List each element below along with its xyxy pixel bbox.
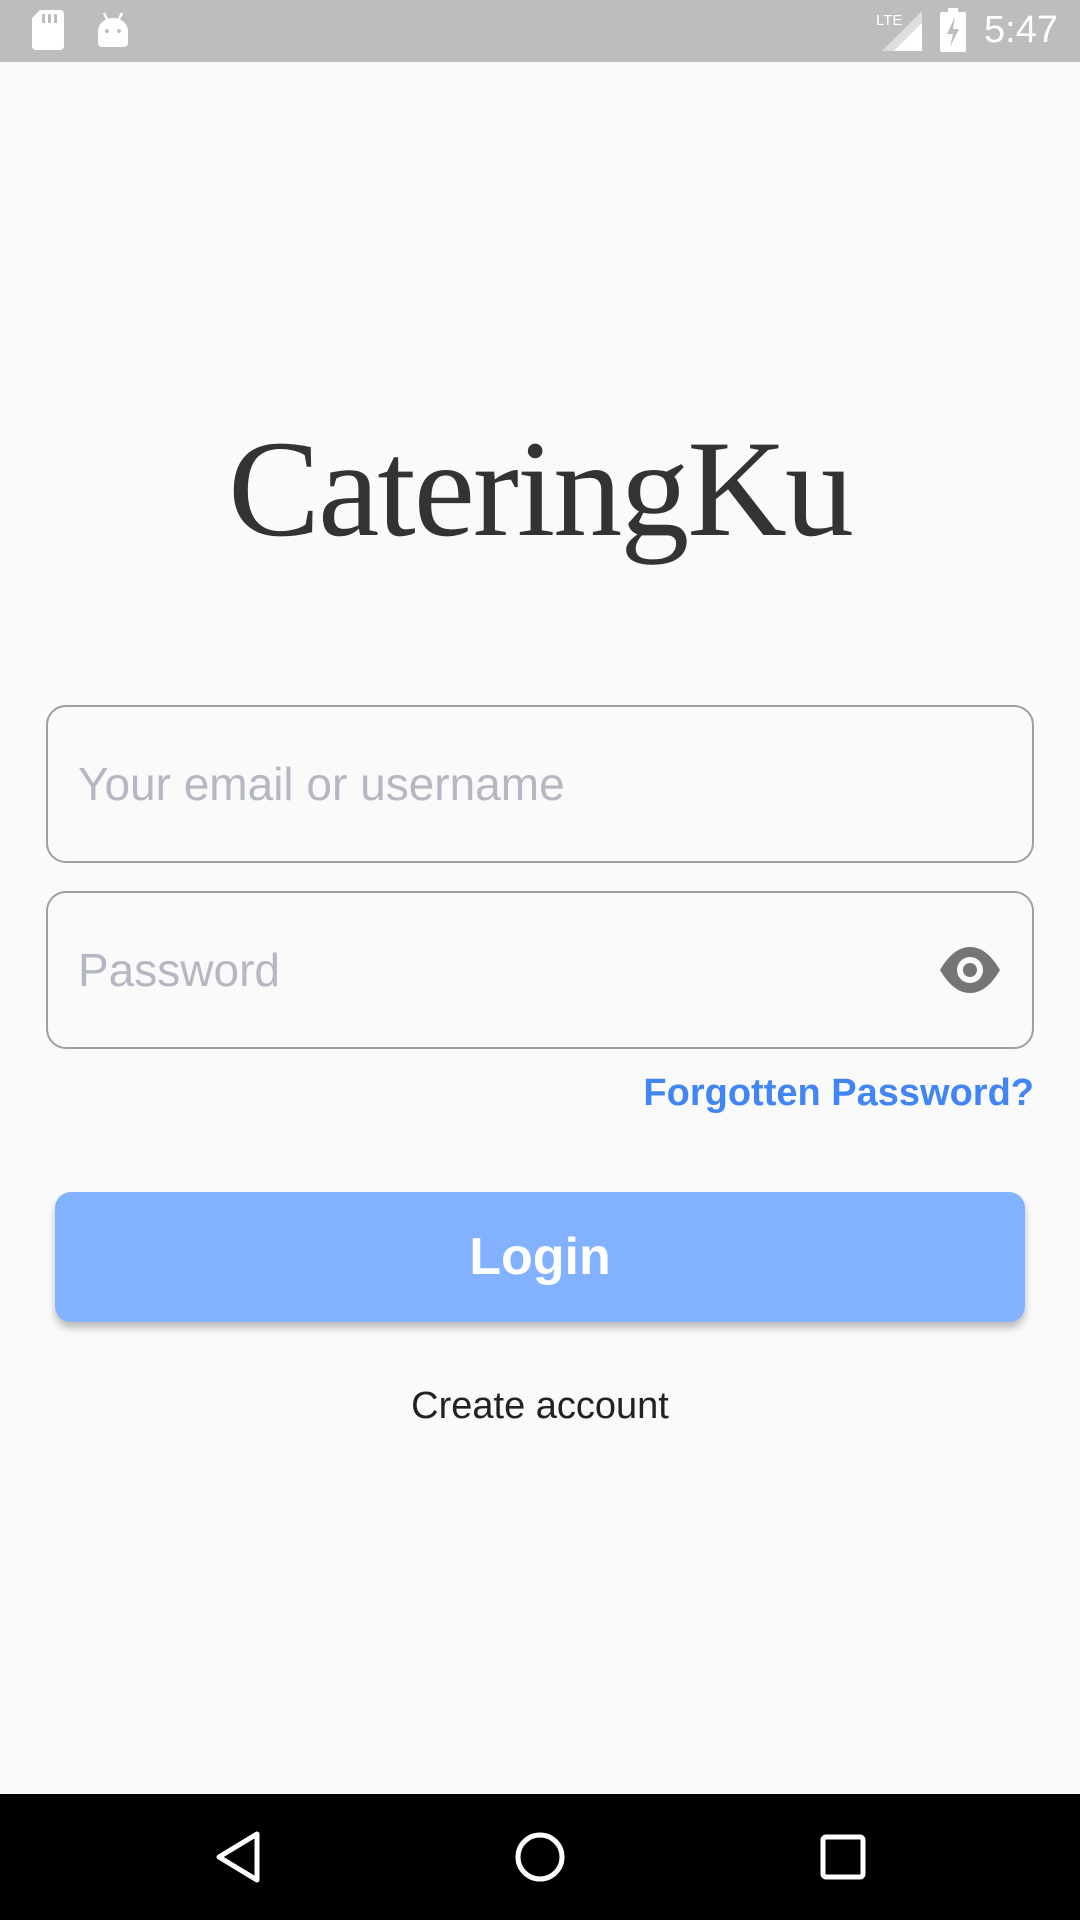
app-title: CateringKu	[228, 412, 854, 565]
back-icon[interactable]	[205, 1824, 271, 1890]
home-icon[interactable]	[507, 1824, 573, 1890]
password-input[interactable]	[78, 893, 958, 1047]
create-account-link[interactable]: Create account	[0, 1385, 1080, 1428]
forgot-password-link[interactable]: Forgotten Password?	[643, 1072, 1034, 1115]
navigation-bar	[0, 1794, 1080, 1920]
login-button[interactable]: Login	[55, 1192, 1025, 1322]
status-bar: LTE 5:47	[0, 0, 1080, 62]
recents-icon[interactable]	[810, 1824, 876, 1890]
email-input[interactable]	[78, 707, 958, 861]
status-time: 5:47	[984, 8, 1058, 51]
svg-text:LTE: LTE	[876, 12, 902, 29]
email-field[interactable]	[46, 705, 1034, 863]
sd-card-icon	[32, 10, 64, 50]
lte-signal-icon: LTE	[876, 9, 923, 51]
eye-icon[interactable]	[938, 943, 1002, 997]
password-field[interactable]	[46, 891, 1034, 1049]
battery-charging-icon	[940, 8, 967, 52]
android-icon	[96, 11, 130, 49]
